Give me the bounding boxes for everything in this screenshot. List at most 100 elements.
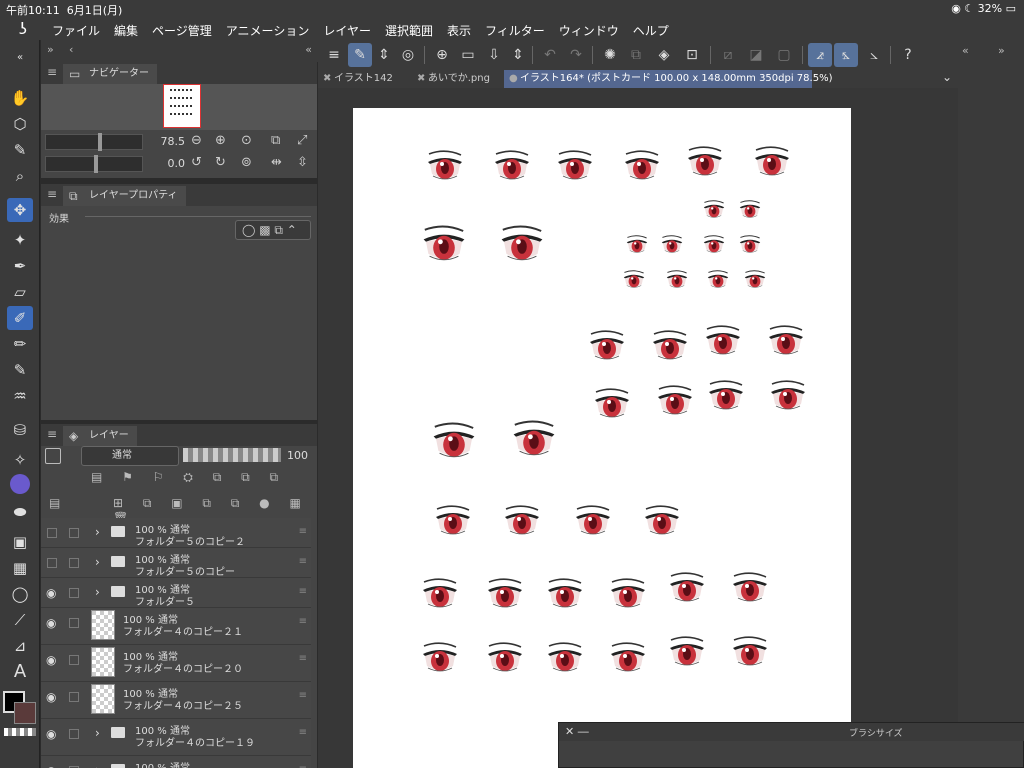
grid-snap-icon[interactable]: ⦣ xyxy=(862,43,886,67)
layer-row[interactable]: ◉ › 100 % 通常 フォルダー４のコピー１９ ≡ xyxy=(41,719,311,756)
circle-select-icon[interactable] xyxy=(10,474,30,494)
app-icon[interactable]: ◎ xyxy=(396,43,420,67)
layer-panel-icon[interactable]: ▤ xyxy=(49,496,60,510)
eye-icon[interactable]: ◉ xyxy=(46,727,60,741)
drag-handle-icon[interactable]: ≡ xyxy=(299,690,307,701)
collapse-panel-icon[interactable]: » xyxy=(998,44,1005,57)
lock-toggle[interactable] xyxy=(69,528,79,538)
drag-handle-icon[interactable]: ≡ xyxy=(299,556,307,567)
menu-icon[interactable]: ≡ xyxy=(47,187,57,201)
close-icon[interactable]: ✖ xyxy=(323,70,331,88)
eye-icon[interactable]: ◉ xyxy=(46,653,60,667)
chevron-right-icon[interactable]: › xyxy=(95,726,100,740)
drag-handle-icon[interactable]: ≡ xyxy=(299,764,307,768)
drag-handle-icon[interactable]: ≡ xyxy=(299,586,307,597)
layer-color-icon[interactable] xyxy=(45,448,61,464)
loading-icon[interactable]: ✺ xyxy=(598,43,622,67)
tab-illust-164[interactable]: ● イラスト164* (ポストカード 100.00 x 148.00mm 350d… xyxy=(504,70,832,88)
fit-window-icon[interactable]: ⤢ xyxy=(297,133,307,148)
opacity-value[interactable]: 100 xyxy=(287,449,308,462)
app-logo-icon[interactable]: ʖ xyxy=(14,20,32,38)
layer-toolbar-1[interactable]: ▤ ⚑ ⚐ ⛭ ⧉ ⧉ ⧉ xyxy=(91,470,286,485)
zoom-tool-icon[interactable]: ⌕ xyxy=(7,164,33,188)
brush-tool-icon[interactable]: ✐ xyxy=(7,306,33,330)
menu-icon[interactable]: ≡ xyxy=(322,43,346,67)
close-icon[interactable]: ✖ xyxy=(417,70,425,88)
menu-icon[interactable]: ≡ xyxy=(47,427,57,441)
transparency-icon[interactable]: ◪ xyxy=(744,43,768,67)
blend-tool-icon[interactable]: ♒ xyxy=(7,384,33,408)
menu-item[interactable]: ファイル xyxy=(52,22,100,39)
tab-illust-142[interactable]: ✖ イラスト142 xyxy=(318,70,410,88)
bucket-tool-icon[interactable]: ⬬ xyxy=(7,500,33,524)
fill-selection-icon[interactable]: ◈ xyxy=(652,43,676,67)
operation-tool-icon[interactable]: ✥ xyxy=(7,198,33,222)
crop-icon[interactable]: ⊡ xyxy=(680,43,704,67)
zoom-slider[interactable] xyxy=(45,133,143,151)
canvas-paper[interactable] xyxy=(353,108,851,768)
canvas-thumbnail[interactable] xyxy=(163,84,201,128)
eye-icon[interactable]: ◉ xyxy=(46,616,60,630)
airbrush-tool-icon[interactable]: ✎ xyxy=(7,358,33,382)
menu-item[interactable]: ページ管理 xyxy=(152,22,212,39)
eraser-tool-icon[interactable]: ▱ xyxy=(7,280,33,304)
drag-handle-icon[interactable]: ≡ xyxy=(299,727,307,738)
menu-item[interactable]: アニメーション xyxy=(226,22,310,39)
chevron-updown-icon[interactable]: ⇕ xyxy=(372,43,396,67)
help-icon[interactable]: ? xyxy=(896,43,920,67)
lock-toggle[interactable] xyxy=(69,655,79,665)
pen-tool-icon[interactable]: ✒ xyxy=(7,254,33,278)
layer-row[interactable]: ◉ 100 % 通常 フォルダー４のコピー２１ ≡ xyxy=(41,608,311,645)
chevron-updown-icon[interactable]: ⇕ xyxy=(506,43,530,67)
visibility-toggle[interactable] xyxy=(47,528,57,538)
tab-aideka[interactable]: ✖ あいでか.png xyxy=(412,70,504,88)
lock-toggle[interactable] xyxy=(69,729,79,739)
pencil-tool-icon[interactable]: ✏ xyxy=(7,332,33,356)
navigator-tab[interactable]: ▭ ナビゲーター xyxy=(63,64,157,84)
eyedropper-tool-icon[interactable]: ✎ xyxy=(7,138,33,162)
rotate-right-icon[interactable]: ↻ xyxy=(215,155,226,170)
layer-row[interactable]: › 100 % 通常 フォルダー５のコピー２ ≡ xyxy=(41,518,311,548)
collapse-panel-icon[interactable]: « xyxy=(305,43,312,56)
drag-handle-icon[interactable]: ≡ xyxy=(299,653,307,664)
drag-handle-icon[interactable]: ≡ xyxy=(299,526,307,537)
close-icon[interactable]: ✕ ― xyxy=(565,725,589,738)
open-file-icon[interactable]: ▭ xyxy=(456,43,480,67)
eye-icon[interactable]: ◉ xyxy=(46,586,60,600)
close-icon[interactable]: ● xyxy=(509,70,518,88)
zoom-out-icon[interactable]: ⊖ xyxy=(191,133,202,148)
vector-tool-icon[interactable]: ⊿ xyxy=(7,634,33,658)
chevron-right-icon[interactable]: › xyxy=(95,555,100,569)
sparkle-tool-icon[interactable]: ✧ xyxy=(7,448,33,472)
transparent-color-icon[interactable] xyxy=(4,728,36,736)
navigator-preview[interactable] xyxy=(41,84,317,130)
layer-row[interactable]: ◉ › 100 % 通常 フォルダー５ ≡ xyxy=(41,578,311,608)
selection-icon[interactable]: ▢ xyxy=(772,43,796,67)
hand-tool-icon[interactable]: ✋ xyxy=(7,86,33,110)
new-file-icon[interactable]: ⊕ xyxy=(430,43,454,67)
blend-mode-select[interactable]: 通常 xyxy=(81,446,179,466)
expand-icon[interactable]: « xyxy=(962,44,969,57)
chevron-down-icon[interactable]: ⌄ xyxy=(942,70,952,84)
lock-toggle[interactable] xyxy=(69,618,79,628)
actual-size-icon[interactable]: ⧉ xyxy=(271,133,280,148)
zoom-in-icon[interactable]: ⊕ xyxy=(215,133,226,148)
drag-handle-icon[interactable]: ≡ xyxy=(299,616,307,627)
layer-row[interactable]: › 100 % 通常 フォルダー５のコピー ≡ xyxy=(41,548,311,578)
transform-icon[interactable]: ⧉ xyxy=(624,43,648,67)
flip-vertical-icon[interactable]: ⇳ xyxy=(297,155,308,170)
redo-icon[interactable]: ↷ xyxy=(564,43,588,67)
layer-row[interactable]: ◉ › 100 % 通常 ≡ xyxy=(41,756,311,768)
layer-tab[interactable]: ◈ レイヤー xyxy=(63,426,137,446)
effect-selector[interactable]: ◯ ▩ ⧉ ⌃ xyxy=(235,220,311,240)
menu-item[interactable]: ウィンドウ xyxy=(559,22,619,39)
gradient-tool-icon[interactable]: ▣ xyxy=(7,530,33,554)
chevron-right-icon[interactable]: › xyxy=(95,585,100,599)
chevron-right-icon[interactable]: › xyxy=(95,525,100,539)
expand-icon[interactable]: » xyxy=(47,43,54,56)
rotation-slider[interactable] xyxy=(45,155,143,173)
move-layer-icon[interactable]: ⬡ xyxy=(7,112,33,136)
eye-icon[interactable]: ◉ xyxy=(46,764,60,768)
menu-item[interactable]: レイヤー xyxy=(323,22,371,39)
back-icon[interactable]: ‹ xyxy=(69,43,73,56)
